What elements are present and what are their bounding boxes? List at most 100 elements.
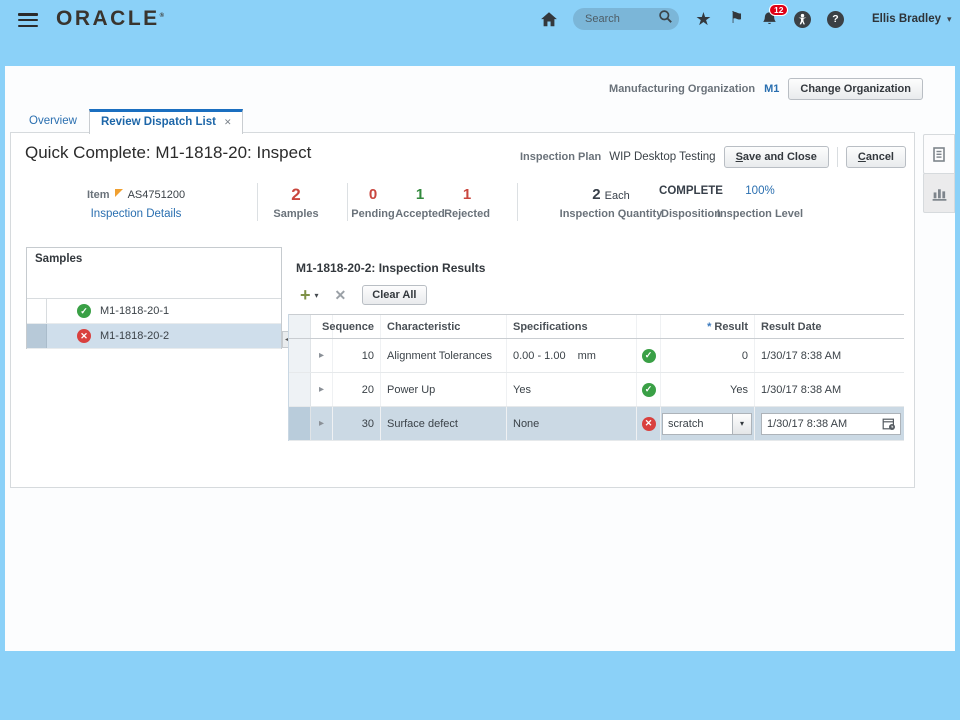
navigation-menu-icon[interactable] [18, 13, 38, 28]
tab-label: Review Dispatch List [100, 116, 216, 128]
add-row-icon[interactable]: + [300, 286, 311, 304]
clear-all-button[interactable]: Clear All [362, 285, 427, 305]
sample-list-item[interactable]: ✓ M1-1818-20-1 [27, 299, 281, 324]
characteristic-value: Alignment Tolerances [381, 339, 507, 372]
header-characteristic: Characteristic [381, 315, 507, 338]
header-result-date: Result Date [761, 320, 822, 333]
search-box [573, 8, 679, 30]
watchlist-flag-icon[interactable]: ⚑ [727, 10, 746, 29]
org-label: Manufacturing Organization [609, 83, 756, 95]
header-sequence: Sequence [322, 315, 381, 338]
result-date-field [761, 412, 901, 435]
notifications-bell-icon[interactable]: 12 [760, 3, 789, 29]
change-organization-button[interactable]: Change Organization [788, 78, 923, 100]
summary-divider [517, 183, 518, 221]
table-row: ▸ 20 Power Up Yes ✓ Yes 1/30/17 8:38 AM [289, 373, 904, 407]
oracle-logo: ORACLE® [56, 7, 165, 30]
accepted-count: 1 [415, 186, 425, 203]
row-gutter [27, 299, 47, 323]
characteristic-value: Power Up [381, 373, 507, 406]
samples-count: 2 [291, 185, 301, 204]
uom-value: mm [577, 349, 596, 362]
result-date-value: 1/30/17 8:38 AM [761, 349, 842, 362]
specification-value: None [507, 407, 637, 440]
summary-rejected: 1 Rejected [444, 186, 490, 220]
header-gutter [289, 315, 311, 338]
quick-complete-panel: Quick Complete: M1-1818-20: Inspect Insp… [10, 132, 915, 488]
accepted-status-icon: ✓ [641, 348, 656, 363]
expand-row-icon[interactable]: ▸ [319, 350, 324, 361]
results-title: M1-1818-20-2: Inspection Results [296, 261, 486, 275]
user-menu[interactable]: Ellis Bradley ▾ [872, 13, 952, 25]
sequence-value: 30 [333, 407, 381, 440]
inspection-level-link[interactable]: 100% [745, 185, 774, 197]
page-title: Quick Complete: M1-1818-20: Inspect [25, 143, 312, 162]
bar-chart-icon [932, 188, 946, 201]
row-gutter [289, 407, 311, 440]
summary-samples: 2 Samples [273, 185, 319, 220]
item-label: Item [86, 188, 110, 201]
registered-mark: ® [159, 13, 165, 19]
table-row: ▸ 10 Alignment Tolerances 0.00 - 1.00 mm … [289, 339, 904, 373]
favorites-star-icon[interactable]: ★ [694, 10, 713, 29]
result-combobox: ▾ [662, 412, 752, 435]
accepted-status-icon: ✓ [77, 304, 91, 318]
quantity-value: 2 [592, 186, 601, 203]
organization-bar: Manufacturing Organization M1 Change Org… [609, 78, 923, 100]
rejected-status-icon: ✕ [77, 329, 91, 343]
results-table-header: Sequence Characteristic Specifications *… [289, 314, 904, 339]
rejected-count: 1 [462, 186, 472, 203]
row-gutter [289, 373, 311, 406]
pending-count: 0 [368, 186, 378, 203]
header-status [637, 315, 661, 338]
results-table: Sequence Characteristic Specifications *… [288, 314, 904, 441]
expand-row-icon[interactable]: ▸ [319, 384, 324, 395]
tab-close-icon[interactable]: ✕ [224, 117, 232, 128]
global-header: ORACLE® ★ ⚑ 12 ? Ellis Bradley ▾ [0, 0, 960, 66]
chevron-down-icon: ▾ [947, 13, 952, 24]
rejected-status-icon: ✕ [641, 416, 656, 431]
samples-list: ✓ M1-1818-20-1 ✕ M1-1818-20-2 [27, 298, 281, 349]
global-toolbar: ★ ⚑ 12 ? Ellis Bradley ▾ [532, 3, 952, 32]
date-picker-icon[interactable] [882, 417, 896, 431]
sequence-value: 20 [333, 373, 381, 406]
cancel-button[interactable]: Cancel [845, 146, 906, 168]
inspection-details-link[interactable]: Inspection Details [91, 208, 182, 220]
accepted-status-icon: ✓ [641, 382, 656, 397]
tab-bar: Overview Review Dispatch List ✕ [17, 108, 243, 134]
samples-panel-title: Samples [35, 253, 83, 265]
regional-task-panel [923, 134, 955, 213]
org-value-link[interactable]: M1 [764, 83, 779, 95]
sample-list-item-selected[interactable]: ✕ M1-1818-20-2 [27, 324, 281, 349]
search-icon[interactable] [658, 9, 673, 29]
help-icon[interactable]: ? [826, 10, 845, 29]
charts-panel-button[interactable] [923, 173, 955, 213]
search-input[interactable] [585, 13, 658, 25]
tab-overview[interactable]: Overview [17, 109, 89, 133]
tab-review-dispatch-list[interactable]: Review Dispatch List ✕ [88, 109, 243, 134]
specification-value: Yes [507, 373, 637, 406]
inspection-plan-value: WIP Desktop Testing [609, 151, 716, 163]
button-divider [836, 147, 838, 167]
result-value: Yes [661, 373, 755, 406]
details-panel-button[interactable] [923, 134, 955, 174]
results-toolbar: + ▾ ✕ Clear All [300, 284, 427, 306]
add-row-dropdown-icon[interactable]: ▾ [315, 291, 319, 300]
table-row-selected: ▸ 30 Surface defect None ✕ ▾ [289, 407, 904, 441]
inspection-plan-label: Inspection Plan [519, 151, 602, 163]
delete-row-icon[interactable]: ✕ [335, 287, 347, 304]
document-icon [933, 146, 945, 162]
combobox-dropdown-icon[interactable]: ▾ [732, 412, 752, 435]
result-value: 0 [661, 339, 755, 372]
sample-id: M1-1818-20-1 [100, 305, 170, 317]
result-input[interactable] [662, 412, 732, 435]
required-icon: * [707, 320, 712, 333]
home-icon[interactable] [539, 10, 558, 29]
changed-indicator-icon [114, 188, 123, 197]
sample-id: M1-1818-20-2 [100, 330, 170, 342]
accessibility-icon[interactable] [793, 10, 812, 29]
header-result: * Result [661, 315, 755, 338]
expand-row-icon[interactable]: ▸ [319, 418, 324, 429]
save-and-close-button[interactable]: Save and Close [723, 146, 829, 168]
result-date-input[interactable] [761, 412, 901, 435]
